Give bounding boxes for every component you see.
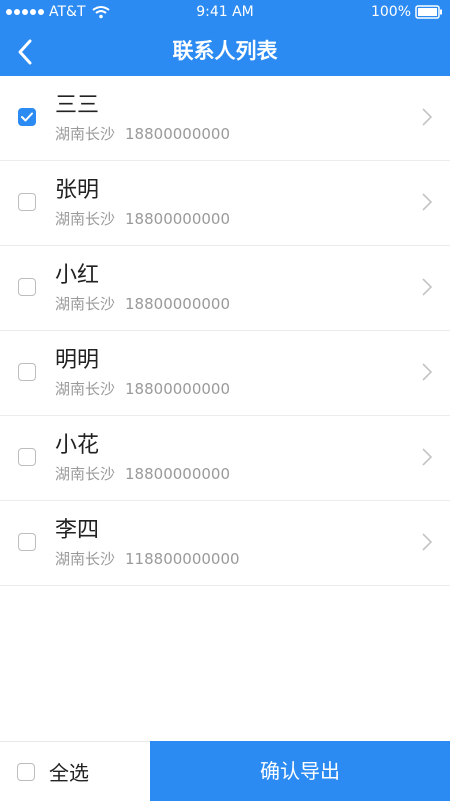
- contact-location: 湖南长沙: [55, 465, 116, 483]
- contact-row[interactable]: 小花 湖南长沙 18800000000: [0, 416, 450, 501]
- contact-name: 张明: [55, 178, 100, 203]
- contact-details: 湖南长沙 18800000000: [55, 209, 230, 229]
- contact-phone: 18800000000: [125, 380, 230, 398]
- contact-phone: 18800000000: [125, 465, 230, 483]
- contact-list: 三三 湖南长沙 18800000000 张明 湖南长沙 18800000000 小红: [0, 76, 450, 586]
- contact-location: 湖南长沙: [55, 380, 116, 398]
- chevron-right-icon: [422, 108, 432, 126]
- select-all-checkbox[interactable]: [17, 762, 35, 781]
- contact-location: 湖南长沙: [55, 125, 116, 143]
- contact-name: 小红: [55, 263, 100, 288]
- contact-location: 湖南长沙: [55, 295, 116, 313]
- status-right: 100%: [371, 4, 443, 20]
- contact-location: 湖南长沙: [55, 210, 116, 228]
- contact-details: 湖南长沙 18800000000: [55, 124, 230, 144]
- contact-location: 湖南长沙: [55, 550, 116, 568]
- contact-checkbox[interactable]: [18, 193, 36, 211]
- contact-name: 明明: [55, 348, 100, 373]
- select-all-label: 全选: [49, 761, 89, 785]
- contact-name: 三三: [55, 93, 100, 118]
- app-header: AT&T 9:41 AM 100% 联系人列表: [0, 0, 450, 76]
- bottom-bar: 全选 确认导出: [0, 741, 450, 801]
- battery-percentage: 100%: [370, 4, 411, 20]
- contact-phone: 18800000000: [125, 210, 230, 228]
- status-bar: AT&T 9:41 AM 100%: [0, 0, 450, 24]
- check-icon: [21, 112, 33, 122]
- chevron-right-icon: [422, 278, 432, 296]
- contact-phone: 18800000000: [125, 125, 230, 143]
- contact-row[interactable]: 李四 湖南长沙 118800000000: [0, 501, 450, 586]
- contact-checkbox[interactable]: [18, 363, 36, 381]
- confirm-export-button[interactable]: 确认导出: [150, 741, 450, 801]
- contact-details: 湖南长沙 118800000000: [55, 549, 240, 569]
- contact-row[interactable]: 张明 湖南长沙 18800000000: [0, 161, 450, 246]
- chevron-right-icon: [422, 533, 432, 551]
- contact-row[interactable]: 小红 湖南长沙 18800000000: [0, 246, 450, 331]
- contact-name: 李四: [55, 518, 100, 543]
- battery-icon: [415, 5, 442, 19]
- contact-details: 湖南长沙 18800000000: [55, 379, 230, 399]
- contact-details: 湖南长沙 18800000000: [55, 294, 230, 314]
- contact-details: 湖南长沙 18800000000: [55, 464, 230, 484]
- contact-checkbox[interactable]: [18, 448, 36, 466]
- contact-row[interactable]: 明明 湖南长沙 18800000000: [0, 331, 450, 416]
- chevron-right-icon: [422, 363, 432, 381]
- chevron-right-icon: [422, 193, 432, 211]
- contact-row[interactable]: 三三 湖南长沙 18800000000: [0, 76, 450, 161]
- page-title: 联系人列表: [172, 39, 278, 63]
- contact-phone: 18800000000: [125, 295, 230, 313]
- chevron-right-icon: [422, 448, 432, 466]
- contact-checkbox[interactable]: [18, 533, 36, 551]
- contact-checkbox[interactable]: [18, 278, 36, 296]
- contact-checkbox[interactable]: [18, 108, 36, 126]
- select-all-control[interactable]: 全选: [17, 742, 89, 801]
- contact-phone: 118800000000: [125, 550, 240, 568]
- contact-name: 小花: [55, 433, 100, 458]
